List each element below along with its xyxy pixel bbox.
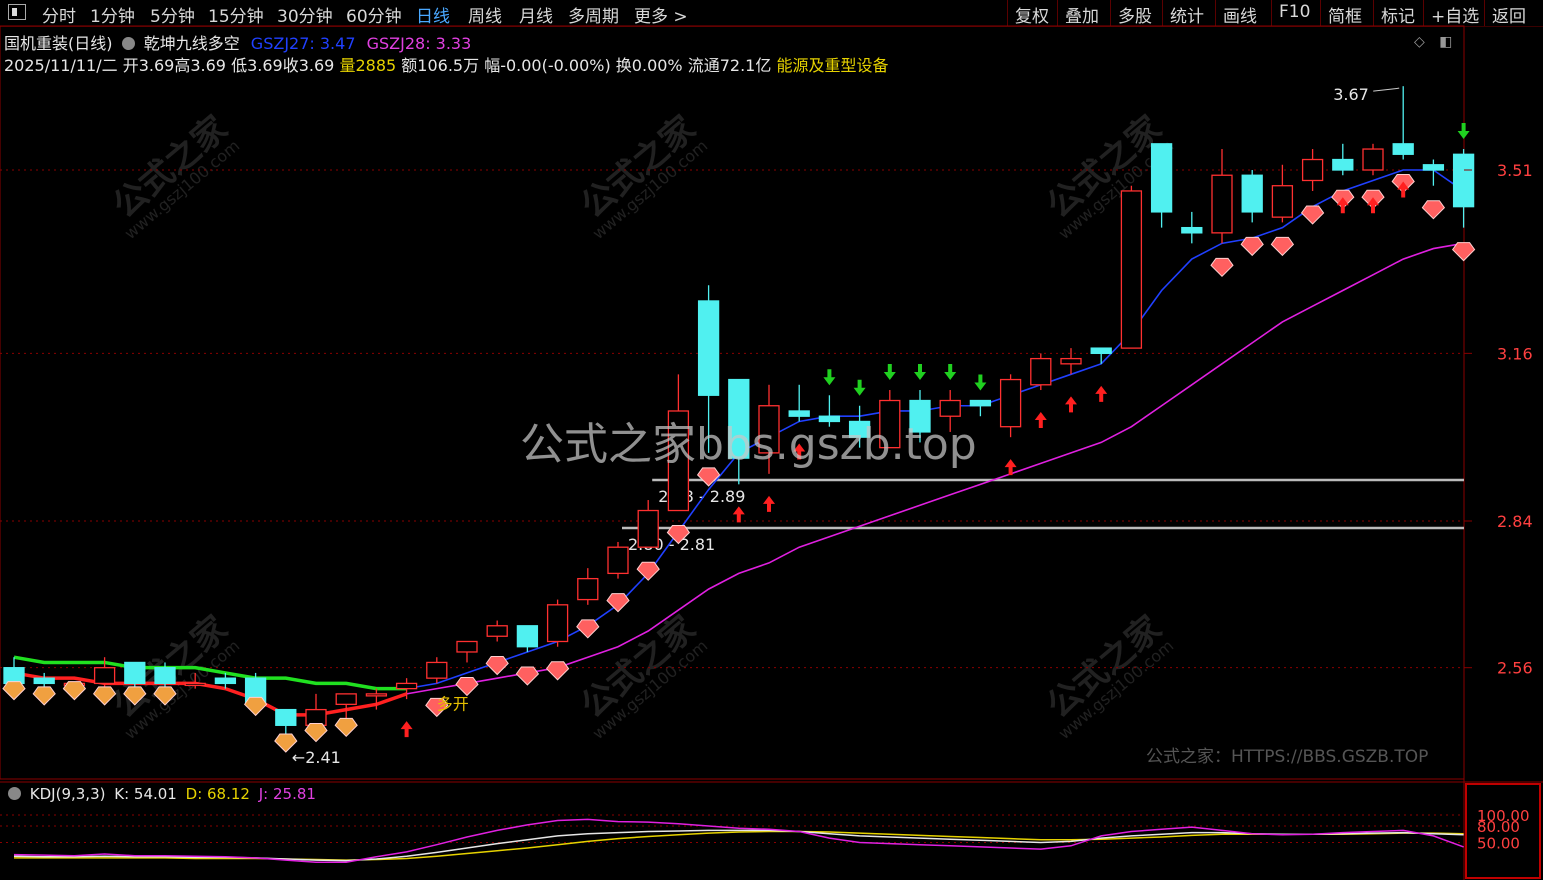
kdj-d-value: D: 68.12 [185,785,250,803]
gem-icon [515,666,540,686]
arrow-down-icon [883,364,896,381]
arrow-down-icon [914,364,926,381]
kdj-settings-icon[interactable] [8,787,21,800]
candle-body [577,577,599,601]
candle-body [275,708,297,726]
candle-body [637,509,659,548]
kdj-tick-label: 50.00 [1477,835,1520,853]
gem-icon [1451,242,1476,262]
candle-body [1332,158,1354,171]
gem-icon [636,561,660,581]
candle-body [305,708,327,726]
price-tick-label: 2.84 [1497,512,1533,531]
gem-icon [1300,205,1325,225]
gem-icon [545,661,570,681]
candle-body [999,378,1022,428]
price-tick-label: 3.51 [1497,161,1533,180]
arrow-up-icon [400,721,413,738]
gem-icon [304,723,328,743]
gem-icon [32,686,56,706]
candle-body [1392,143,1414,155]
candle-body [1362,148,1384,171]
arrow-up-icon [1065,396,1077,413]
candle-body [154,667,176,685]
candle-body [1030,357,1052,386]
gem-icon [1421,200,1446,220]
candle-body [214,677,237,685]
low-price-label: ←2.41 [292,748,341,767]
candle-body [546,604,569,643]
gem-icon [153,686,177,706]
arrow-down-icon [823,369,836,386]
arrow-down-icon [853,379,866,396]
candle-body [697,300,720,396]
arrow-up-icon [1034,412,1047,429]
candle-body [516,625,539,648]
price-tick-label: 2.56 [1497,659,1533,678]
candle-body [1241,174,1263,213]
price-tick-label: 3.16 [1497,344,1533,363]
candle-body [607,546,629,575]
high-price-label: 3.67 [1333,85,1369,104]
candle-body [3,667,25,685]
candle-body [1211,174,1233,234]
candle-body [1150,143,1173,213]
candle-body [335,693,357,706]
candle-body [124,661,146,685]
gem-icon [576,619,600,639]
arrow-up-icon [763,495,775,512]
arrow-down-icon [944,364,957,381]
candle-body [33,677,55,685]
gem-icon [92,686,117,706]
candle-body [1090,347,1112,355]
candle-body [1120,190,1143,349]
kdj-d-line [14,830,1464,861]
candle-body [1060,357,1082,365]
arrow-down-icon [1457,123,1470,140]
candle-body [93,667,116,685]
gem-icon [455,676,479,697]
candle-body [1271,185,1294,218]
candle-body [486,625,508,637]
gem-icon [2,681,26,701]
watermark-site: 公式之家：HTTPS://BBS.GSZB.TOP [1146,747,1429,767]
watermark-center: 公式之家bbs.gszb.top [520,419,977,470]
candle-body [1422,164,1445,171]
gem-icon [123,686,147,706]
candle-body [1181,226,1203,234]
gem-icon [62,681,87,701]
gem-icon [485,655,509,676]
candle-body [969,399,992,407]
gem-icon [606,593,630,613]
candle-body [426,661,448,679]
arrow-up-icon [732,506,745,523]
gem-icon [1210,257,1234,278]
candle-body [395,682,418,690]
kdj-k-value: K: 54.01 [114,785,177,803]
kdj-tick-label: 80.00 [1477,818,1520,836]
gem-icon [1240,236,1264,257]
kdj-label[interactable]: KDJ(9,3,3) [30,785,106,803]
candle-body [1452,153,1475,208]
candle-body [456,640,478,653]
gem-icon [243,696,268,717]
arrow-up-icon [1095,385,1108,402]
signal-label: 多开 [437,695,469,714]
kdj-j-value: J: 25.81 [258,785,316,803]
candle-body [1301,158,1324,182]
kdj-header: KDJ(9,3,3) K: 54.01 D: 68.12 J: 25.81 [4,785,316,803]
arrow-down-icon [974,374,987,391]
candle-body [184,682,206,687]
high-pointer [1373,87,1400,92]
gem-icon [1270,236,1295,257]
candle-body [365,693,388,697]
gem-icon [334,717,358,738]
